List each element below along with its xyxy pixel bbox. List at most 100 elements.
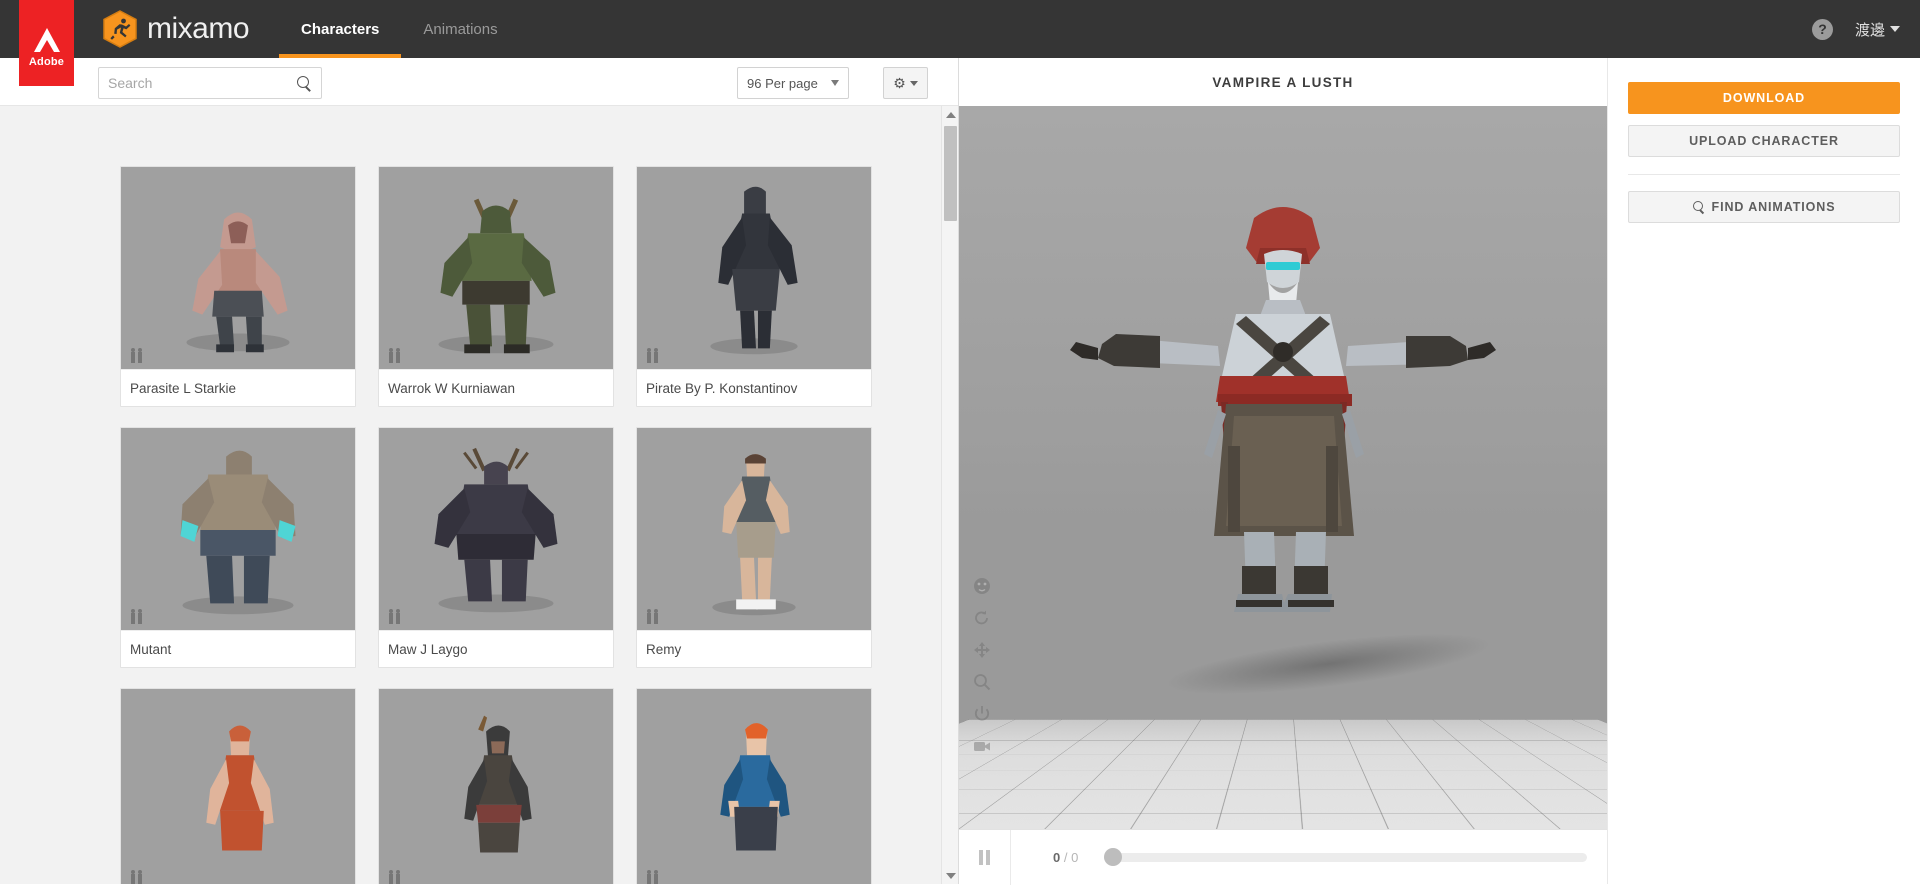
top-navigation-bar: Adobe mixamo Characters Animations ? 渡邊 (0, 0, 1920, 86)
user-menu[interactable]: 渡邊 (1855, 19, 1900, 40)
tab-characters[interactable]: Characters (279, 0, 402, 58)
mixamo-wordmark: mixamo (147, 12, 250, 45)
search-box[interactable] (98, 67, 322, 99)
actions-panel: DOWNLOAD UPLOAD CHARACTER FIND ANIMATION… (1607, 58, 1920, 884)
character-name: Warrok W Kurniawan (379, 369, 613, 406)
find-animations-label: FIND ANIMATIONS (1711, 200, 1836, 214)
help-glyph: ? (1818, 21, 1827, 37)
character-name: Parasite L Starkie (121, 369, 355, 406)
frame-separator: / (1063, 849, 1068, 865)
figure-badge-icon (647, 348, 658, 363)
tab-characters-label: Characters (301, 20, 380, 38)
figure-badge-icon (647, 870, 658, 884)
chevron-up-icon (945, 111, 956, 118)
figure-badge-icon (389, 348, 400, 363)
chevron-down-icon (945, 872, 956, 879)
character-thumbnail[interactable] (379, 428, 613, 630)
character-thumbnail[interactable] (637, 428, 871, 630)
scroll-down-arrow[interactable] (942, 867, 959, 884)
character-card[interactable]: Warrok W Kurniawan (378, 166, 614, 407)
chevron-down-icon (909, 80, 918, 86)
character-model[interactable] (1068, 196, 1498, 656)
character-card[interactable]: Mutant (120, 427, 356, 668)
move-icon[interactable] (971, 639, 993, 661)
download-label: DOWNLOAD (1722, 91, 1806, 105)
character-name: Mutant (121, 630, 355, 667)
grid-floor (959, 719, 1607, 829)
zoom-icon[interactable] (971, 671, 993, 693)
character-card[interactable]: Maw J Laygo (378, 427, 614, 668)
help-icon[interactable]: ? (1811, 18, 1833, 40)
scroll-up-arrow[interactable] (942, 106, 959, 123)
character-name: Maw J Laygo (379, 630, 613, 667)
scrollbar-thumb[interactable] (944, 126, 957, 221)
upload-character-button[interactable]: UPLOAD CHARACTER (1628, 125, 1900, 157)
figure-badge-icon (647, 609, 658, 624)
character-grid: Parasite L Starkie Warrok W Kurniawan Pi… (0, 106, 958, 884)
character-card[interactable] (120, 688, 356, 884)
figure-badge-icon (131, 348, 142, 363)
frame-counter: 0 / 0 (1053, 850, 1078, 865)
character-thumbnail[interactable] (121, 167, 355, 369)
playback-bar: 0 / 0 (959, 829, 1607, 885)
find-animations-button[interactable]: FIND ANIMATIONS (1628, 191, 1900, 223)
3d-viewport[interactable] (959, 106, 1607, 829)
face-icon[interactable] (971, 575, 993, 597)
character-thumbnail[interactable] (637, 167, 871, 369)
figure-badge-icon (389, 609, 400, 624)
character-viewer-pane: VAMPIRE A LUSTH 0 / 0 (959, 58, 1607, 885)
mixamo-brand[interactable]: mixamo (103, 0, 250, 58)
timeline-track[interactable] (1104, 852, 1587, 862)
current-frame: 0 (1053, 849, 1061, 865)
character-grid-scroll-area[interactable]: Parasite L Starkie Warrok W Kurniawan Pi… (0, 106, 958, 884)
character-card[interactable] (636, 688, 872, 884)
character-thumbnail[interactable] (379, 689, 613, 884)
total-frames: 0 (1071, 849, 1079, 865)
character-thumbnail[interactable] (379, 167, 613, 369)
page-title: VAMPIRE A LUSTH (1212, 74, 1354, 90)
character-name: Remy (637, 630, 871, 667)
pause-button[interactable] (959, 829, 1011, 885)
character-browser-pane: 96 Per page ⚙ (0, 58, 959, 884)
chevron-down-icon (831, 80, 839, 86)
main-nav-tabs: Characters Animations (279, 0, 520, 58)
camera-icon[interactable] (971, 735, 993, 757)
pause-icon (979, 849, 983, 865)
figure-badge-icon (131, 870, 142, 884)
per-page-select[interactable]: 96 Per page (737, 67, 849, 99)
character-card[interactable] (378, 688, 614, 884)
character-thumbnail[interactable] (637, 689, 871, 884)
user-name-label: 渡邊 (1854, 21, 1885, 39)
character-thumbnail[interactable] (121, 689, 355, 884)
actions-divider (1628, 174, 1900, 175)
browser-toolbar: 96 Per page ⚙ (0, 58, 958, 106)
adobe-wordmark: Adobe (28, 56, 65, 68)
vertical-scrollbar[interactable] (941, 106, 958, 884)
settings-gear-button[interactable]: ⚙ (883, 67, 928, 99)
character-card[interactable]: Remy (636, 427, 872, 668)
gear-icon: ⚙ (893, 75, 906, 91)
character-card[interactable]: Parasite L Starkie (120, 166, 356, 407)
power-icon[interactable] (971, 703, 993, 725)
chevron-down-icon (1890, 26, 1900, 32)
nav-right-group: ? 渡邊 (1811, 0, 1900, 58)
tab-animations[interactable]: Animations (401, 0, 519, 58)
per-page-label: 96 Per page (747, 75, 818, 91)
search-icon (1692, 201, 1705, 213)
character-card[interactable]: Pirate By P. Konstantinov (636, 166, 872, 407)
adobe-a-icon (33, 28, 60, 52)
timeline-slider[interactable] (1104, 848, 1587, 866)
tab-animations-label: Animations (423, 20, 498, 38)
reset-rotation-icon[interactable] (971, 607, 993, 629)
search-input[interactable] (108, 75, 297, 91)
adobe-logo[interactable]: Adobe (19, 0, 74, 86)
character-thumbnail[interactable] (121, 428, 355, 630)
search-icon[interactable] (297, 75, 312, 91)
figure-badge-icon (131, 609, 142, 624)
viewport-tool-strip (971, 575, 993, 757)
timeline-handle[interactable] (1104, 848, 1123, 866)
mixamo-hex-icon (103, 10, 137, 48)
download-button[interactable]: DOWNLOAD (1628, 82, 1900, 114)
figure-badge-icon (389, 870, 400, 884)
pause-icon (986, 849, 990, 865)
